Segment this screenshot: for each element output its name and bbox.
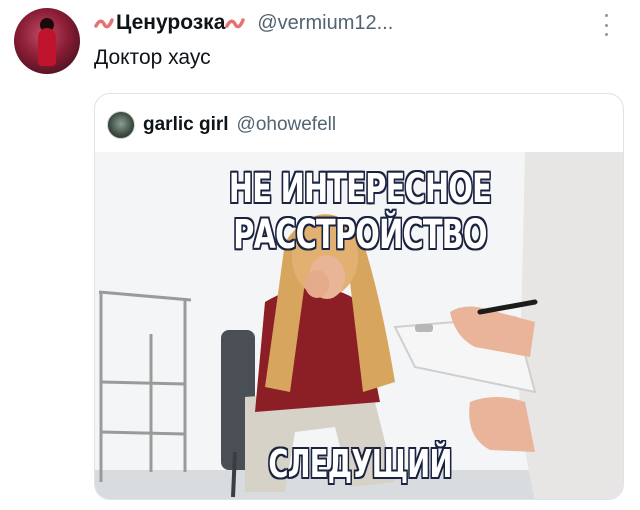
author-avatar[interactable] (14, 8, 80, 74)
quoted-tweet-header: garlic girl @ohowefell (107, 111, 337, 139)
meme-image[interactable]: НЕ ИНТЕРЕСНОЕ РАССТРОЙСТВО СЛЕДУЩИЙ (95, 152, 623, 499)
author-handle[interactable]: @vermium12... (257, 12, 393, 35)
quoted-author-avatar (107, 111, 135, 139)
worm-emoji-icon (225, 18, 246, 29)
quoted-author-handle: @ohowefell (236, 114, 337, 135)
tweet-header: Ценурозка @vermium12... (94, 10, 393, 36)
worm-emoji-icon (94, 18, 114, 29)
tweet-text: Доктор хаус (94, 46, 211, 69)
author-display-name[interactable]: Ценурозка (116, 11, 225, 35)
quoted-author-display-name: garlic girl (143, 114, 229, 135)
avatar-figure-body (38, 28, 56, 66)
meme-bottom-caption: СЛЕДУЩИЙ (268, 442, 452, 486)
more-vertical-icon[interactable] (600, 14, 612, 36)
quoted-tweet-card[interactable]: garlic girl @ohowefell НЕ ИНТЕРЕСНОЕ РАС… (94, 93, 624, 500)
meme-top-caption: НЕ ИНТЕРЕСНОЕ РАССТРОЙСТВО (228, 166, 492, 258)
